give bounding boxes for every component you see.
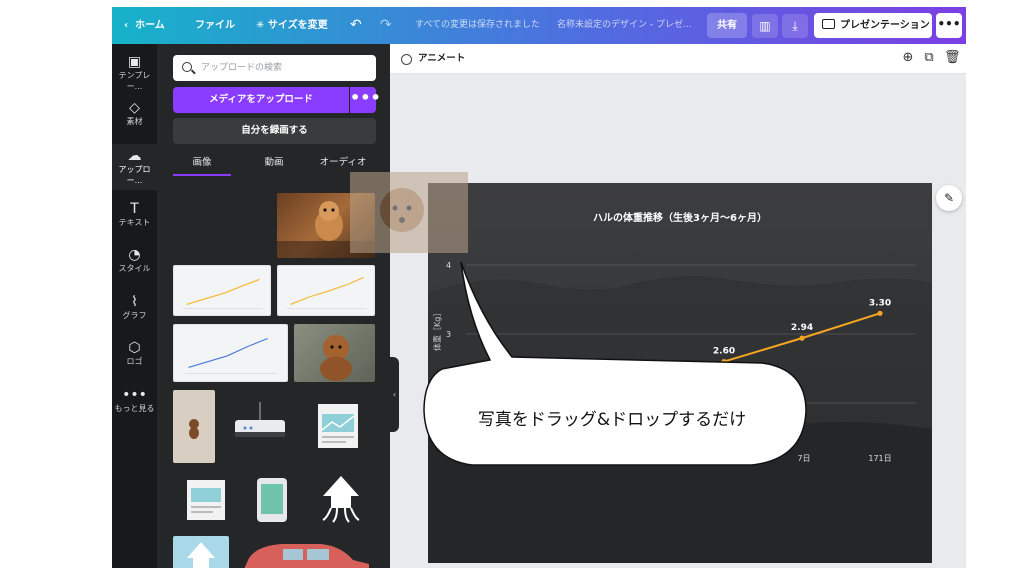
canva-editor: ‹ ホーム ファイル ✳ サイズを変更 ↶ ↷ すべての変更は保存されました 名… xyxy=(112,7,966,568)
speech-bubble-shape xyxy=(423,261,807,466)
speech-bubble xyxy=(423,261,807,466)
callout-text: 写真をドラッグ&ドロップするだけ xyxy=(477,410,747,430)
